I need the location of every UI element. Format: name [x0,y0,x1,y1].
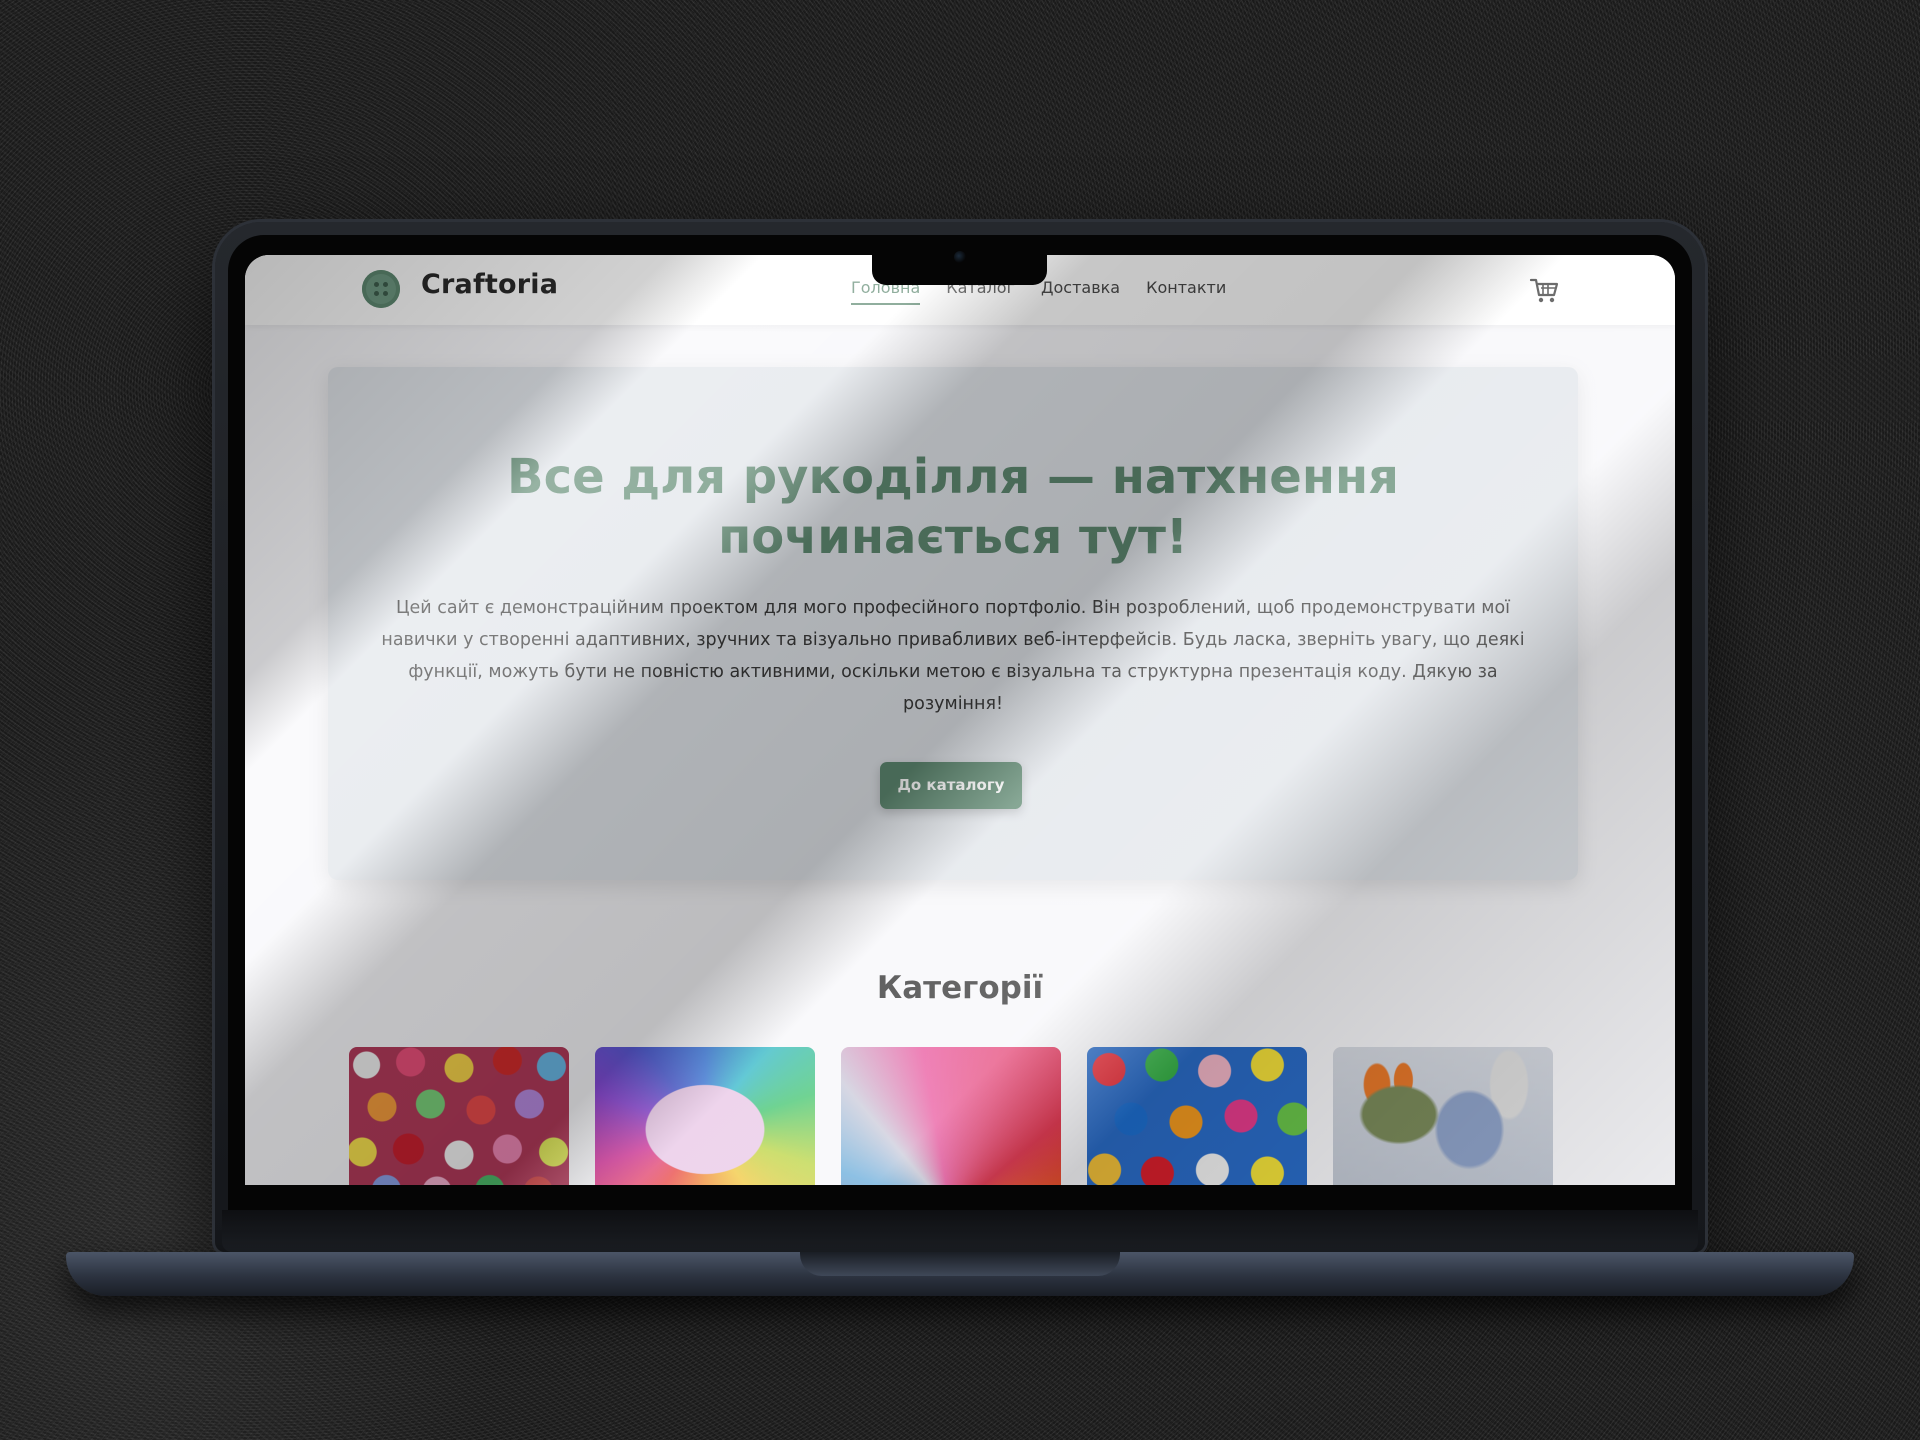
logo-hole [374,291,379,296]
nav-item-delivery[interactable]: Доставка [1041,278,1120,305]
logo-hole [383,282,388,287]
categories-grid [349,1047,1553,1185]
camera-icon [954,251,966,263]
logo-hole [374,282,379,287]
hero-section: Все для рукоділля — натхнення починаєтьс… [328,367,1578,880]
category-card-beads[interactable] [349,1047,569,1185]
category-card-embroidery[interactable] [1333,1047,1553,1185]
nav-item-contacts[interactable]: Контакти [1146,278,1226,305]
category-card-buttons[interactable] [1087,1047,1307,1185]
button-logo-icon[interactable] [362,270,400,308]
hero-title-line: починається тут! [718,509,1188,565]
site-logo-text[interactable]: Craftoria [421,269,558,300]
category-card-felt[interactable] [841,1047,1061,1185]
hero-title-line: Все для рукоділля — натхнення [507,449,1399,505]
hero-title: Все для рукоділля — натхнення починаєтьс… [328,447,1578,567]
laptop-screen: Craftoria Головна Каталог Доставка Конта… [245,255,1675,1185]
hero-description: Цей сайт є демонстраційним проектом для … [381,598,1525,714]
categories-title: Категорії [876,970,1044,1006]
to-catalog-button[interactable]: До каталогу [880,762,1022,809]
laptop-chin [222,1210,1698,1252]
laptop-hinge-notch [800,1252,1120,1276]
category-card-threads[interactable] [595,1047,815,1185]
cart-icon[interactable] [1528,273,1562,307]
logo-hole [383,291,388,296]
